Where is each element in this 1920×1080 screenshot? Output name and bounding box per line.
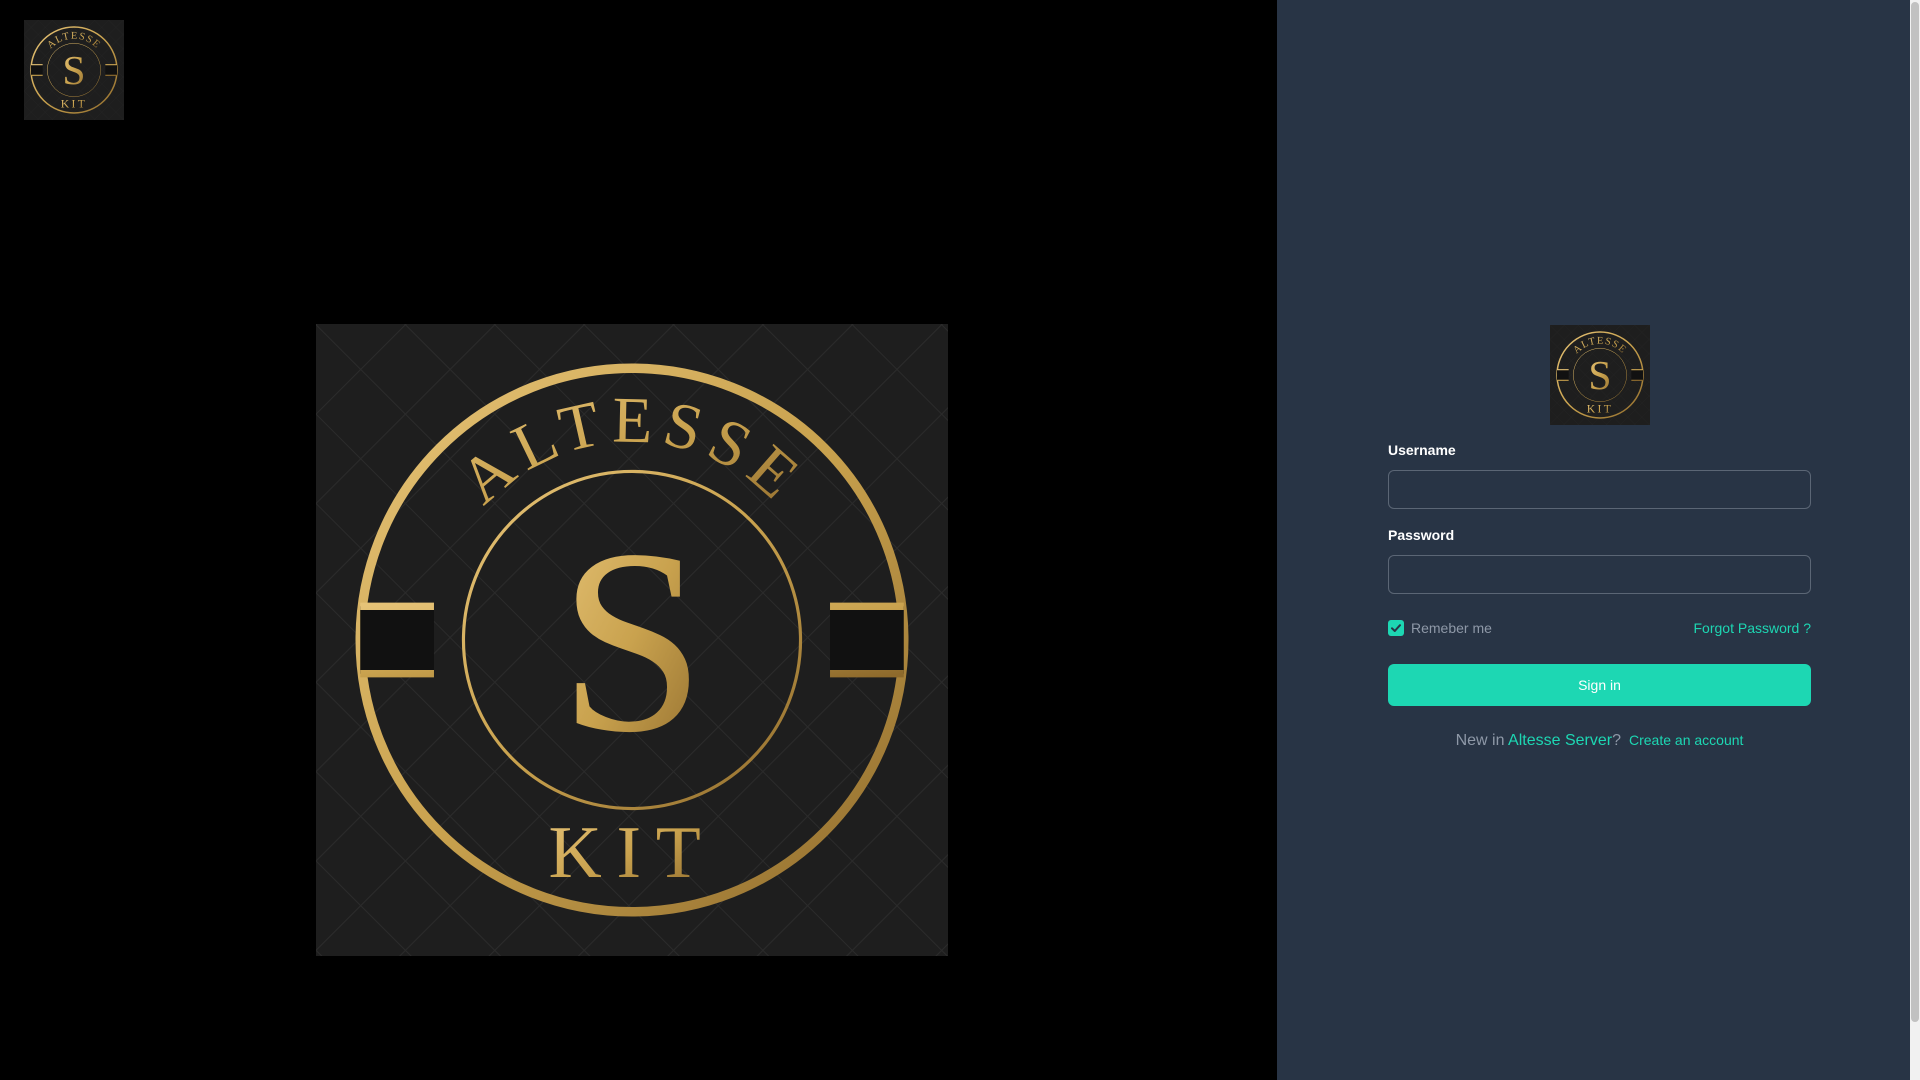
altesse-kit-logo-icon: ALTESSE S KIT	[1550, 325, 1650, 425]
create-account-link[interactable]: Create an account	[1629, 732, 1743, 748]
login-form: ALTESSE S KIT Username Password Remeber …	[1388, 325, 1811, 750]
sign-in-button[interactable]: Sign in	[1388, 664, 1811, 706]
svg-text:S: S	[559, 495, 705, 787]
login-panel: ALTESSE S KIT Username Password Remeber …	[1277, 0, 1910, 1080]
remember-me-checkbox[interactable]	[1388, 620, 1404, 636]
forgot-password-link[interactable]: Forgot Password ?	[1694, 620, 1812, 636]
scrollbar-thumb[interactable]	[1911, 2, 1919, 1022]
remember-me-label: Remeber me	[1411, 620, 1492, 636]
password-input[interactable]	[1388, 555, 1811, 594]
svg-text:S: S	[62, 48, 85, 94]
checkmark-icon	[1391, 624, 1401, 632]
page-scrollbar[interactable]	[1910, 0, 1920, 1080]
signup-prompt: New in Altesse Server? Create an account	[1388, 732, 1811, 750]
altesse-kit-logo-icon: ALTESSE S KIT	[316, 324, 948, 956]
brand-panel: ALTESSE S KIT ALTESSE S KIT	[0, 0, 1277, 1080]
hero-logo: ALTESSE S KIT	[316, 324, 948, 956]
form-logo: ALTESSE S KIT	[1550, 325, 1650, 425]
svg-text:KIT: KIT	[61, 98, 87, 111]
svg-text:KIT: KIT	[1586, 403, 1612, 416]
remember-me[interactable]: Remeber me	[1388, 620, 1492, 636]
password-label: Password	[1388, 527, 1455, 543]
username-input[interactable]	[1388, 470, 1811, 509]
svg-text:S: S	[1588, 353, 1611, 399]
signup-prefix: New in	[1455, 732, 1509, 749]
signup-question-mark: ?	[1612, 732, 1621, 749]
altesse-kit-logo-icon: ALTESSE S KIT	[24, 20, 124, 120]
svg-text:KIT: KIT	[548, 811, 715, 893]
server-name: Altesse Server	[1508, 732, 1613, 749]
corner-logo[interactable]: ALTESSE S KIT	[24, 20, 124, 120]
login-options: Remeber me Forgot Password ?	[1388, 618, 1811, 638]
username-label: Username	[1388, 442, 1456, 458]
